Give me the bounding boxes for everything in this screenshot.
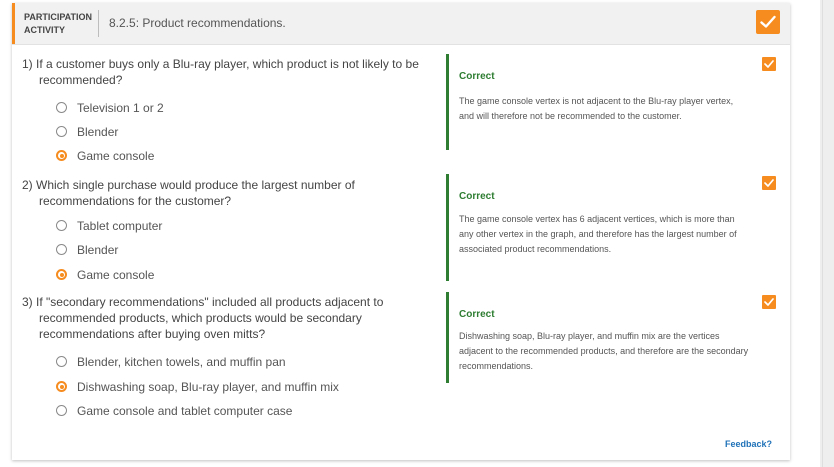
feedback-explanation: Dishwashing soap, Blu-ray player, and mu… [459,331,749,371]
radio-button[interactable] [56,102,67,113]
feedback-status: Correct [459,309,495,320]
option-label: Blender [77,125,119,139]
participation-activity-card: PARTICIPATION ACTIVITY 8.2.5: Product re… [12,3,790,460]
activity-title: 8.2.5: Product recommendations. [109,16,286,30]
question-number: 3) [22,295,33,309]
header-accent-bar [12,3,15,44]
question-text: If a customer buys only a Blu-ray player… [36,57,419,87]
question-3-correct-badge [762,295,776,309]
question-2-feedback: Correct The game console vertex has 6 ad… [446,174,765,281]
question-3-feedback: Correct Dishwashing soap, Blu-ray player… [446,292,765,383]
radio-button[interactable] [56,244,67,255]
question-1: 1) If a customer buys only a Blu-ray pla… [22,56,432,88]
radio-button-selected[interactable] [56,269,67,280]
feedback-explanation: The game console vertex has 6 adjacent v… [459,214,737,254]
question-1-feedback: Correct The game console vertex is not a… [446,54,765,150]
option-label: Television 1 or 2 [77,101,164,115]
checkmark-icon [764,179,774,187]
question-2: 2) Which single purchase would produce t… [22,177,432,209]
question-number: 2) [22,178,33,192]
option-label: Game console [77,149,155,163]
question-text: Which single purchase would produce the … [36,178,355,208]
option-label: Blender, kitchen towels, and muffin pan [77,355,286,369]
feedback-explanation: The game console vertex is not adjacent … [459,96,734,121]
option-label: Game console [77,268,155,282]
question-3: 3) If "secondary recommendations" includ… [22,294,432,342]
checkmark-icon [764,298,774,306]
option-label: Dishwashing soap, Blu-ray player, and mu… [77,380,339,394]
option-label: Blender [77,243,119,257]
radio-button-selected[interactable] [56,381,67,392]
checkmark-icon [760,15,776,28]
header-divider [98,10,99,37]
radio-button[interactable] [56,126,67,137]
activity-header: PARTICIPATION ACTIVITY 8.2.5: Product re… [12,3,790,45]
radio-button[interactable] [56,356,67,367]
radio-button[interactable] [56,220,67,231]
checkmark-icon [764,60,774,68]
page-scrollbar[interactable] [820,0,834,467]
question-1-correct-badge [762,57,776,71]
option-label: Tablet computer [77,219,163,233]
participation-activity-label: PARTICIPATION ACTIVITY [24,12,92,35]
question-2-correct-badge [762,176,776,190]
feedback-status: Correct [459,71,495,82]
feedback-link[interactable]: Feedback? [725,439,772,449]
radio-button[interactable] [56,405,67,416]
option-label: Game console and tablet computer case [77,404,293,418]
question-text: If "secondary recommendations" included … [36,295,384,341]
question-number: 1) [22,57,33,71]
radio-button-selected[interactable] [56,150,67,161]
activity-complete-badge [756,10,780,34]
feedback-status: Correct [459,191,495,202]
